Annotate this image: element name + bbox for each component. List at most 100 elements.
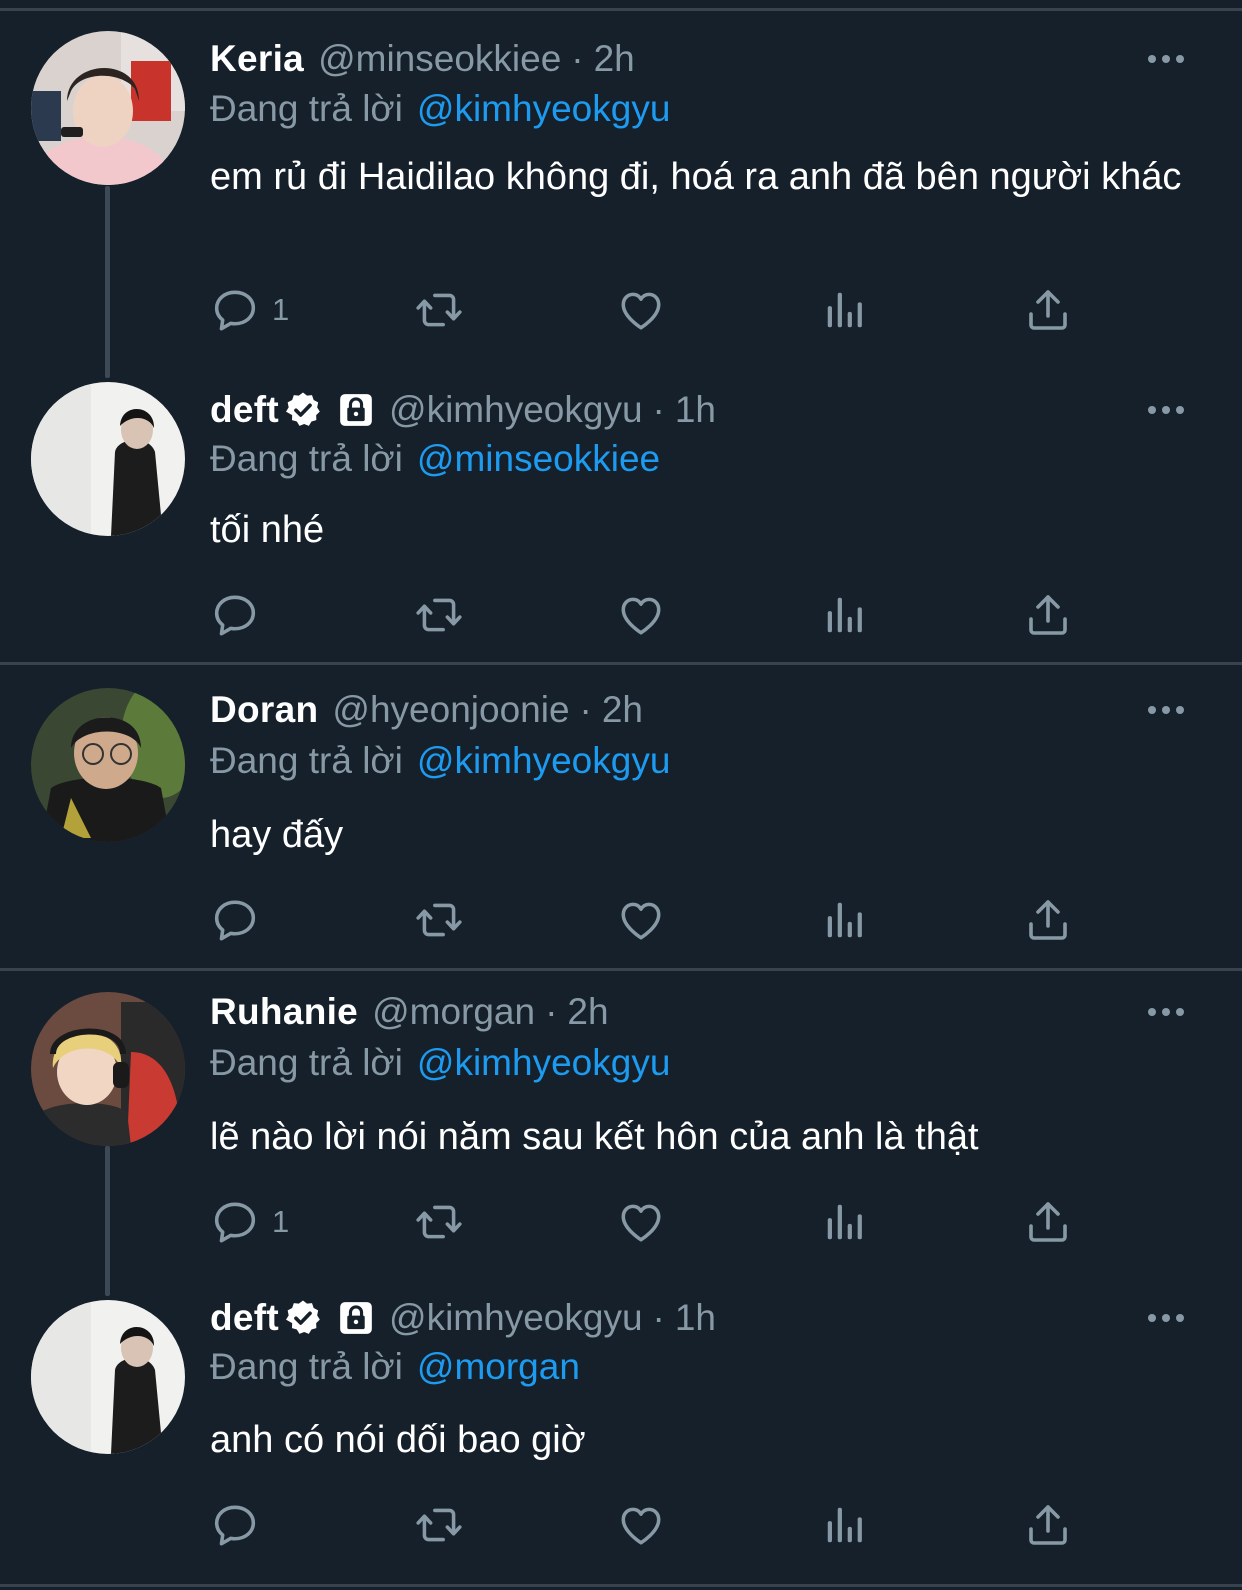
reply-button[interactable]: 1 xyxy=(210,1194,289,1250)
tweet-header: Keria @minseokkiee · 2h xyxy=(210,31,635,87)
like-button[interactable] xyxy=(616,282,666,338)
retweet-button[interactable] xyxy=(412,892,466,948)
reply-icon xyxy=(210,285,260,335)
tweet-actions xyxy=(210,892,1090,948)
views-button[interactable] xyxy=(822,1194,868,1250)
views-button[interactable] xyxy=(822,587,868,643)
tweet-text: anh có nói dối bao giờ xyxy=(210,1419,586,1461)
avatar[interactable] xyxy=(31,382,185,536)
tweet-actions: 1 xyxy=(210,282,1090,338)
reply-icon xyxy=(210,1500,260,1550)
reply-button[interactable] xyxy=(210,587,260,643)
reply-button[interactable] xyxy=(210,1497,260,1553)
reply-icon xyxy=(210,895,260,945)
share-button[interactable] xyxy=(1024,1497,1072,1553)
share-button[interactable] xyxy=(1024,282,1072,338)
reply-button[interactable]: 1 xyxy=(210,282,289,338)
protected-lock-icon xyxy=(337,1299,375,1337)
share-icon xyxy=(1024,896,1072,944)
reply-mention-link[interactable]: @morgan xyxy=(417,1346,580,1388)
display-name[interactable]: Keria xyxy=(210,38,304,80)
tweet-divider xyxy=(0,968,1242,971)
reply-mention-link[interactable]: @kimhyeokgyu xyxy=(417,88,671,130)
like-button[interactable] xyxy=(616,1194,666,1250)
share-button[interactable] xyxy=(1024,587,1072,643)
username[interactable]: @hyeonjoonie xyxy=(332,689,569,731)
tweet-actions xyxy=(210,1497,1090,1553)
views-button[interactable] xyxy=(822,1497,868,1553)
retweet-button[interactable] xyxy=(412,1497,466,1553)
display-name[interactable]: deft xyxy=(210,389,279,431)
avatar[interactable] xyxy=(31,1300,185,1454)
avatar-deft-icon xyxy=(31,382,185,536)
separator-dot: · xyxy=(579,689,592,730)
replying-to: Đang trả lời @kimhyeokgyu xyxy=(210,84,670,134)
display-name[interactable]: Ruhanie xyxy=(210,991,358,1033)
reply-mention-link[interactable]: @minseokkiee xyxy=(417,438,660,480)
more-options-icon[interactable] xyxy=(1148,984,1184,1040)
retweet-button[interactable] xyxy=(412,1194,466,1250)
timestamp[interactable]: 2h xyxy=(602,689,643,731)
tweet-header: deft @kimhyeokgyu · 1h xyxy=(210,1290,716,1346)
views-icon xyxy=(822,1502,868,1548)
reply-mention-link[interactable]: @kimhyeokgyu xyxy=(417,1042,671,1084)
share-button[interactable] xyxy=(1024,1194,1072,1250)
separator-dot: · xyxy=(545,991,558,1032)
username[interactable]: @kimhyeokgyu xyxy=(389,389,643,431)
tweet-text: lẽ nào lời nói năm sau kết hôn của anh l… xyxy=(210,1116,979,1158)
share-icon xyxy=(1024,1198,1072,1246)
avatar[interactable] xyxy=(31,992,185,1146)
timestamp[interactable]: 2h xyxy=(594,38,635,80)
timestamp[interactable]: 2h xyxy=(567,991,608,1033)
retweet-icon xyxy=(412,285,466,335)
reply-count: 1 xyxy=(272,292,290,327)
timestamp[interactable]: 1h xyxy=(675,1297,716,1339)
tweet-header: Doran @hyeonjoonie · 2h xyxy=(210,682,643,738)
tweet-text: hay đấy xyxy=(210,814,344,856)
more-options-icon[interactable] xyxy=(1148,382,1184,438)
retweet-button[interactable] xyxy=(412,282,466,338)
thread-connector xyxy=(105,1146,110,1296)
views-button[interactable] xyxy=(822,892,868,948)
more-options-icon[interactable] xyxy=(1148,682,1184,738)
display-name[interactable]: deft xyxy=(210,1297,279,1339)
views-button[interactable] xyxy=(822,282,868,338)
reply-button[interactable] xyxy=(210,892,260,948)
replying-to: Đang trả lời @minseokkiee xyxy=(210,434,660,484)
heart-icon xyxy=(616,1197,666,1247)
separator-dot: · xyxy=(571,38,584,79)
share-icon xyxy=(1024,1501,1072,1549)
like-button[interactable] xyxy=(616,587,666,643)
thread-connector xyxy=(105,186,110,378)
heart-icon xyxy=(616,1500,666,1550)
share-icon xyxy=(1024,591,1072,639)
retweet-icon xyxy=(412,1500,466,1550)
avatar[interactable] xyxy=(31,31,185,185)
more-options-icon[interactable] xyxy=(1148,31,1184,87)
replying-label: Đang trả lời xyxy=(210,1042,403,1083)
separator-dot: · xyxy=(652,389,665,430)
username[interactable]: @morgan xyxy=(372,991,535,1033)
heart-icon xyxy=(616,895,666,945)
verified-badge-icon xyxy=(283,390,323,430)
share-button[interactable] xyxy=(1024,892,1072,948)
tweet-text: em rủ đi Haidilao không đi, hoá ra anh đ… xyxy=(210,156,1182,198)
display-name[interactable]: Doran xyxy=(210,689,318,731)
more-options-icon[interactable] xyxy=(1148,1290,1184,1346)
views-icon xyxy=(822,897,868,943)
username[interactable]: @minseokkiee xyxy=(318,38,561,80)
like-button[interactable] xyxy=(616,892,666,948)
replying-label: Đang trả lời xyxy=(210,1346,403,1387)
reply-mention-link[interactable]: @kimhyeokgyu xyxy=(417,740,671,782)
tweet-header: deft @kimhyeokgyu · 1h xyxy=(210,382,716,438)
avatar[interactable] xyxy=(31,688,185,842)
tweet-actions: 1 xyxy=(210,1194,1090,1250)
tweet-divider xyxy=(0,662,1242,665)
username[interactable]: @kimhyeokgyu xyxy=(389,1297,643,1339)
retweet-button[interactable] xyxy=(412,587,466,643)
avatar-keria-icon xyxy=(31,31,185,185)
separator-dot: · xyxy=(652,1297,665,1338)
like-button[interactable] xyxy=(616,1497,666,1553)
timestamp[interactable]: 1h xyxy=(675,389,716,431)
tweet-text: tối nhé xyxy=(210,509,325,551)
